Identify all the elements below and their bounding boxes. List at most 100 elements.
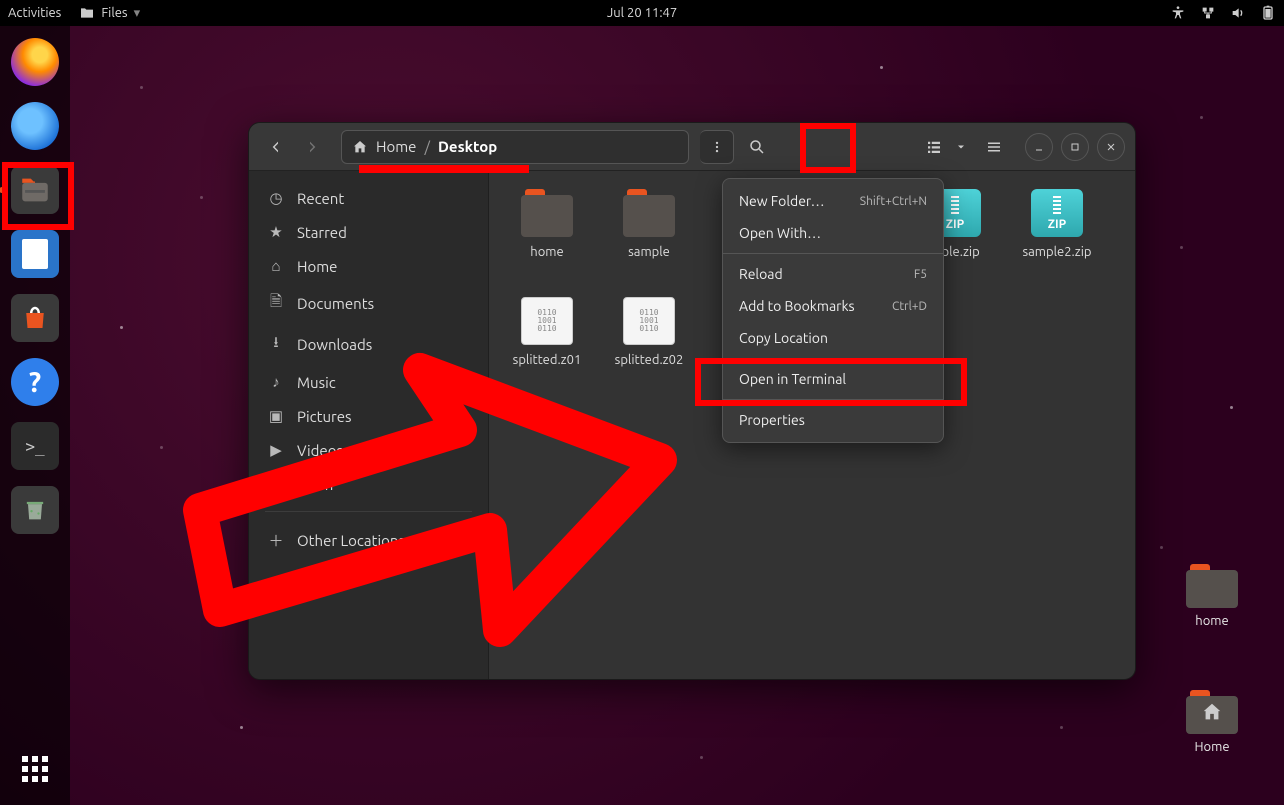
- main-menu-button[interactable]: [977, 130, 1011, 164]
- document-icon: 🗎: [267, 291, 285, 316]
- file-label: sample: [601, 245, 697, 259]
- dock-ubuntu-software[interactable]: [11, 294, 59, 342]
- home-icon: ⌂: [267, 257, 285, 275]
- sidebar-item-music[interactable]: ♪ Music: [249, 365, 488, 399]
- menu-item-shortcut: F5: [914, 268, 927, 281]
- current-app-indicator[interactable]: Files ▾: [79, 5, 140, 21]
- sidebar-item-other-locations[interactable]: ＋Other Locations: [249, 522, 488, 559]
- sidebar-item-label: Downloads: [297, 336, 372, 353]
- minimize-icon: [1033, 141, 1045, 153]
- path-bar[interactable]: Home / Desktop: [341, 130, 689, 164]
- nav-forward-button[interactable]: [295, 130, 329, 164]
- file-item-folder[interactable]: sample: [601, 189, 697, 289]
- battery-icon[interactable]: [1260, 5, 1276, 21]
- file-label: home: [499, 245, 595, 259]
- show-applications-button[interactable]: [15, 749, 55, 789]
- star-icon: ★: [267, 223, 285, 241]
- binary-file-icon: 011010010110: [521, 297, 573, 345]
- menu-item-label: Open in Terminal: [739, 371, 846, 387]
- dock-trash[interactable]: [11, 486, 59, 534]
- dock: ?: [0, 26, 70, 805]
- dock-terminal[interactable]: [11, 422, 59, 470]
- music-icon: ♪: [267, 373, 285, 391]
- nav-back-button[interactable]: [259, 130, 293, 164]
- menu-item-label: Open With…: [739, 225, 821, 241]
- shopping-bag-icon: [20, 303, 50, 333]
- menu-item-copy-location[interactable]: Copy Location: [723, 322, 943, 354]
- maximize-icon: [1069, 141, 1081, 153]
- sidebar-item-pictures[interactable]: ▣ Pictures: [249, 399, 488, 433]
- window-maximize-button[interactable]: [1061, 133, 1089, 161]
- search-button[interactable]: [740, 130, 774, 164]
- file-label: splitted.z01: [499, 353, 595, 367]
- sidebar-item-home[interactable]: ⌂ Home: [249, 249, 488, 283]
- menu-item-label: Properties: [739, 412, 805, 428]
- file-item-zip[interactable]: ZIP sample2.zip: [1009, 189, 1105, 289]
- video-icon: ▶: [267, 441, 285, 459]
- sidebar-item-label: Other Locations: [297, 532, 405, 549]
- activities-button[interactable]: Activities: [8, 6, 61, 20]
- list-icon: [925, 138, 943, 156]
- sidebar-item-label: Home: [297, 258, 337, 275]
- file-item-binary[interactable]: 011010010110 splitted.z01: [499, 297, 595, 397]
- dock-thunderbird[interactable]: [11, 102, 59, 150]
- network-icon[interactable]: [1200, 5, 1216, 21]
- folder-icon: [521, 189, 573, 237]
- menu-item-properties[interactable]: Properties: [723, 404, 943, 436]
- path-segment-home[interactable]: Home: [376, 138, 416, 155]
- menu-separator: [723, 253, 943, 254]
- menu-item-new-folder[interactable]: New Folder… Shift+Ctrl+N: [723, 185, 943, 217]
- sidebar-separator: [265, 511, 472, 512]
- desktop-folder-home[interactable]: home: [1172, 564, 1252, 628]
- window-close-button[interactable]: [1097, 133, 1125, 161]
- view-options-dropdown[interactable]: [951, 130, 971, 164]
- menu-item-shortcut: Ctrl+D: [892, 300, 927, 313]
- sidebar-item-label: Music: [297, 374, 336, 391]
- chevron-down-icon: [955, 141, 967, 153]
- accessibility-icon[interactable]: [1170, 5, 1186, 21]
- sidebar-item-recent[interactable]: ◷Recent: [249, 181, 488, 215]
- path-options-button[interactable]: [700, 130, 734, 164]
- picture-icon: ▣: [267, 407, 285, 425]
- home-icon: [1186, 690, 1238, 734]
- menu-item-open-with[interactable]: Open With…: [723, 217, 943, 249]
- folder-icon: [1186, 690, 1238, 734]
- path-separator: /: [424, 138, 430, 155]
- sidebar-item-label: Pictures: [297, 408, 352, 425]
- file-item-binary[interactable]: 011010010110 splitted.z02: [601, 297, 697, 397]
- top-bar: Activities Files ▾ Jul 20 11:47: [0, 0, 1284, 26]
- view-toggle-button[interactable]: [917, 130, 951, 164]
- sidebar-item-documents[interactable]: 🗎Documents: [249, 283, 488, 324]
- menu-item-add-bookmarks[interactable]: Add to Bookmarks Ctrl+D: [723, 290, 943, 322]
- sidebar-item-starred[interactable]: ★ Starred: [249, 215, 488, 249]
- clock[interactable]: Jul 20 11:47: [607, 6, 677, 20]
- file-label: splitted.z02: [601, 353, 697, 367]
- menu-item-label: New Folder…: [739, 193, 825, 209]
- sidebar-item-trash[interactable]: 🗑Trash: [249, 467, 488, 501]
- zip-icon: ZIP: [1031, 189, 1083, 237]
- dock-libreoffice-writer[interactable]: [11, 230, 59, 278]
- window-minimize-button[interactable]: [1025, 133, 1053, 161]
- sidebar-item-videos[interactable]: ▶Videos: [249, 433, 488, 467]
- desktop-folder-user-home[interactable]: Home: [1172, 690, 1252, 754]
- context-menu: New Folder… Shift+Ctrl+N Open With… Relo…: [722, 178, 944, 443]
- menu-separator: [723, 358, 943, 359]
- menu-separator: [723, 399, 943, 400]
- folder-icon: [1186, 564, 1238, 608]
- hamburger-icon: [985, 138, 1003, 156]
- menu-item-shortcut: Shift+Ctrl+N: [860, 195, 927, 208]
- path-segment-current[interactable]: Desktop: [438, 138, 497, 155]
- file-item-folder[interactable]: home: [499, 189, 595, 289]
- files-icon: [18, 173, 52, 207]
- sidebar-item-downloads[interactable]: ⭳Downloads: [249, 324, 488, 365]
- desktop-icon-label: Home: [1172, 740, 1252, 754]
- sidebar-item-label: Starred: [297, 224, 347, 241]
- menu-item-label: Reload: [739, 266, 783, 282]
- desktop-icon-label: home: [1172, 614, 1252, 628]
- menu-item-reload[interactable]: Reload F5: [723, 258, 943, 290]
- menu-item-open-terminal[interactable]: Open in Terminal: [723, 363, 943, 395]
- dock-files[interactable]: [11, 166, 59, 214]
- dock-help[interactable]: ?: [11, 358, 59, 406]
- dock-firefox[interactable]: [11, 38, 59, 86]
- volume-icon[interactable]: [1230, 5, 1246, 21]
